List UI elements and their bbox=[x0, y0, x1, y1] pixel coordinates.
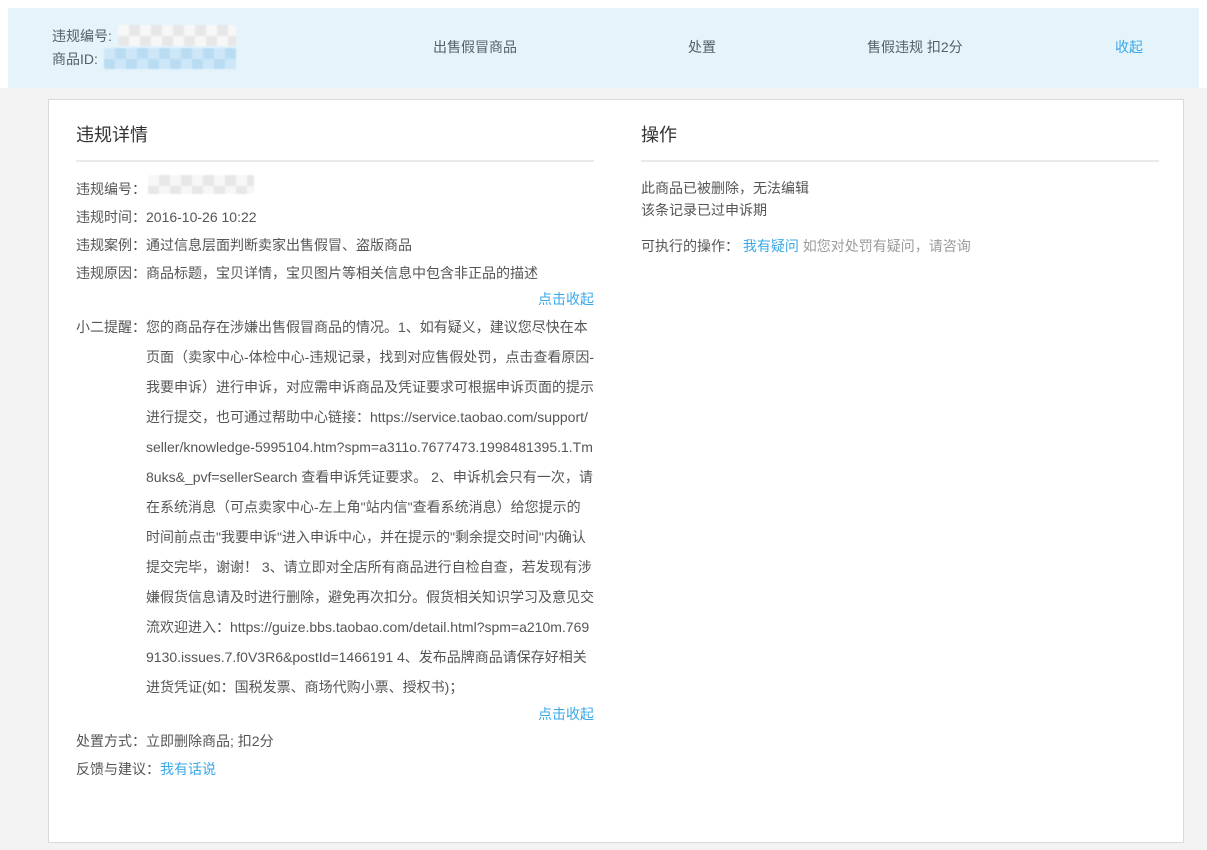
violation-reason-value: 商品标题，宝贝详情，宝贝图片等相关信息中包含非正品的描述 bbox=[146, 259, 538, 287]
feedback-link[interactable]: 我有话说 bbox=[160, 755, 216, 783]
redacted-item-id bbox=[104, 48, 236, 69]
staff-reminder-text: 您的商品存在涉嫌出售假冒商品的情况。1、如有疑义，建议您尽快在本页面（卖家中心-… bbox=[146, 312, 594, 702]
penalty-points-text: 售假违规 扣2分 bbox=[867, 37, 963, 57]
actions-title: 操作 bbox=[641, 100, 1159, 162]
item-id-label: 商品ID: bbox=[52, 51, 98, 67]
redacted-violation-number-value bbox=[148, 175, 254, 194]
i-have-doubts-link[interactable]: 我有疑问 bbox=[743, 238, 799, 254]
violation-number-label: 违规编号： bbox=[76, 175, 146, 203]
available-operations-label: 可执行的操作： bbox=[641, 238, 739, 254]
violation-case-row: 违规案例： 通过信息层面判断卖家出售假冒、盗版商品 bbox=[76, 231, 594, 259]
actions-section: 操作 此商品已被删除，无法编辑 该条记录已过申诉期 可执行的操作： 我有疑问 如… bbox=[641, 100, 1159, 842]
violation-details-section: 违规详情 违规编号： 违规时间： 2016-10-26 10:22 违规案例： … bbox=[76, 100, 594, 842]
feedback-row: 反馈与建议： 我有话说 bbox=[76, 755, 594, 783]
violation-case-value: 通过信息层面判断卖家出售假冒、盗版商品 bbox=[146, 231, 412, 259]
violation-case-label: 违规案例： bbox=[76, 231, 146, 259]
violation-reason-label: 违规原因： bbox=[76, 259, 146, 287]
summary-violation-number-line: 违规编号: bbox=[52, 25, 236, 48]
summary-id-block: 违规编号: 商品ID: bbox=[52, 25, 236, 71]
violation-number-row: 违规编号： bbox=[76, 175, 594, 203]
violation-type-text: 出售假冒商品 bbox=[433, 37, 517, 57]
reminder-collapse-row: 点击收起 bbox=[76, 702, 594, 727]
violation-time-label: 违规时间： bbox=[76, 203, 146, 231]
staff-reminder-row: 小二提醒： 您的商品存在涉嫌出售假冒商品的情况。1、如有疑义，建议您尽快在本页面… bbox=[76, 312, 594, 702]
summary-item-id-line: 商品ID: bbox=[52, 48, 236, 71]
operations-note-text: 如您对处罚有疑问，请咨询 bbox=[803, 238, 971, 254]
violation-time-row: 违规时间： 2016-10-26 10:22 bbox=[76, 203, 594, 231]
collapse-reminder-link[interactable]: 点击收起 bbox=[538, 706, 594, 722]
violation-details-title: 违规详情 bbox=[76, 100, 594, 162]
violation-reason-row: 违规原因： 商品标题，宝贝详情，宝贝图片等相关信息中包含非正品的描述 bbox=[76, 259, 594, 287]
violation-details-rows: 违规编号： 违规时间： 2016-10-26 10:22 违规案例： 通过信息层… bbox=[76, 162, 594, 783]
violation-detail-panel: 违规详情 违规编号： 违规时间： 2016-10-26 10:22 违规案例： … bbox=[48, 99, 1184, 843]
reason-collapse-row: 点击收起 bbox=[76, 287, 594, 312]
collapse-record-link[interactable]: 收起 bbox=[1115, 37, 1143, 57]
staff-reminder-label: 小二提醒： bbox=[76, 312, 146, 702]
status-deleted-text: 此商品已被删除，无法编辑 bbox=[641, 177, 1159, 199]
collapse-reason-link[interactable]: 点击收起 bbox=[538, 291, 594, 307]
available-operations-row: 可执行的操作： 我有疑问 如您对处罚有疑问，请咨询 bbox=[641, 235, 1159, 257]
disposal-method-label: 处置方式： bbox=[76, 727, 146, 755]
disposal-method-row: 处置方式： 立即删除商品; 扣2分 bbox=[76, 727, 594, 755]
feedback-label: 反馈与建议： bbox=[76, 755, 160, 783]
actions-status-lines: 此商品已被删除，无法编辑 该条记录已过申诉期 bbox=[641, 162, 1159, 221]
redacted-violation-number bbox=[118, 25, 236, 46]
disposition-text: 处置 bbox=[688, 37, 716, 57]
violation-number-label: 违规编号: bbox=[52, 28, 112, 44]
violation-summary-bar: 违规编号: 商品ID: 出售假冒商品 处置 售假违规 扣2分 收起 bbox=[8, 8, 1199, 88]
disposal-method-value: 立即删除商品; 扣2分 bbox=[146, 727, 274, 755]
status-appeal-expired-text: 该条记录已过申诉期 bbox=[641, 199, 1159, 221]
violation-time-value: 2016-10-26 10:22 bbox=[146, 203, 257, 231]
